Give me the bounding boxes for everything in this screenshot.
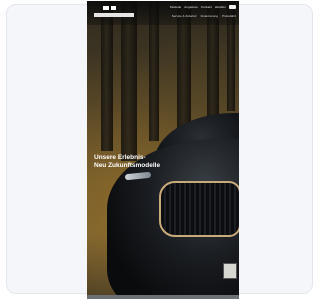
menu-button[interactable] <box>229 5 236 9</box>
hero-headline-line: Neu Zukunftsmodelle <box>94 162 161 169</box>
nav-link[interactable]: Kontakt <box>201 5 212 9</box>
license-plate <box>223 263 237 279</box>
scroll-indicator <box>87 295 239 299</box>
nav-link[interactable]: Angebote <box>184 5 198 9</box>
sub-navigation: Service & Zubehör Finanzierung Probefahr… <box>172 14 236 18</box>
sub-nav-link[interactable]: Finanzierung <box>201 14 218 18</box>
nav-link[interactable]: Modelle <box>170 5 181 9</box>
brand-logo-icon[interactable] <box>93 5 135 21</box>
sub-nav-link[interactable]: Service & Zubehör <box>172 14 197 18</box>
site-header: Modelle Angebote Kontakt Händler Service… <box>87 1 239 25</box>
nav-link[interactable]: Händler <box>215 5 226 9</box>
hero-headline-line: Unsere Erlebnis- <box>94 154 146 161</box>
sub-nav-link[interactable]: Probefahrt <box>222 14 236 18</box>
top-navigation: Modelle Angebote Kontakt Händler <box>170 5 236 9</box>
website-screenshot: Modelle Angebote Kontakt Händler Service… <box>87 1 239 299</box>
tree-trunk <box>121 1 137 161</box>
car-grille <box>159 181 239 237</box>
hero-headline: Unsere Erlebnis- Neu Zukunftsmodelle <box>94 154 164 170</box>
